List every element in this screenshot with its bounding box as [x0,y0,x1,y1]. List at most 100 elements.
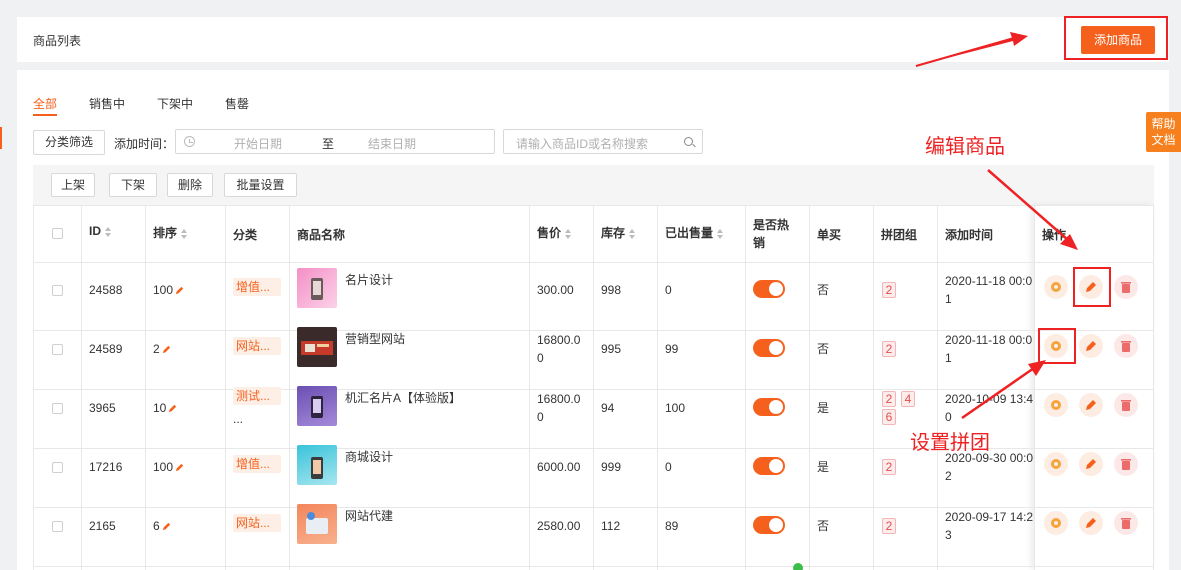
product-name[interactable]: 商城设计 [345,448,393,466]
end-date-input[interactable]: 结束日期 [368,135,416,152]
delete-product-button[interactable] [1114,452,1138,476]
pencil-icon [1086,282,1096,292]
row-sort[interactable]: 10 [153,399,178,417]
col-sold[interactable]: 已出售量 [665,224,724,281]
col-sort[interactable]: 排序 [153,224,188,281]
row-id: 17216 [89,460,123,474]
group-settings-button[interactable] [1044,275,1068,299]
delete-button[interactable]: 删除 [167,173,213,197]
search-icon[interactable] [684,137,693,146]
list-off-button[interactable]: 下架 [109,173,157,197]
sort-caret-icon[interactable] [717,228,724,239]
grid-line [937,205,938,570]
grid-line [33,566,1154,567]
hot-sale-toggle[interactable] [753,457,785,475]
search-input[interactable]: 请输入商品ID或名称搜索 [503,129,703,154]
add-product-button[interactable]: 添加商品 [1081,26,1155,54]
col-price[interactable]: 售价 [537,224,572,281]
grid-line [289,205,290,570]
row-checkbox[interactable] [52,285,63,296]
category-tag: 网站... [233,337,281,355]
row-single: 否 [817,283,830,297]
edit-product-button[interactable] [1079,334,1103,358]
row-sort[interactable]: 100 [153,281,185,299]
search-placeholder: 请输入商品ID或名称搜索 [516,137,649,151]
category-tag: 网站... [233,514,281,532]
product-name[interactable]: 网站代建 [345,507,393,525]
row-sold: 99 [665,342,679,356]
gear-icon [1051,459,1061,469]
hot-sale-toggle[interactable] [753,398,785,416]
product-name[interactable]: 营销型网站 [345,330,405,348]
edit-product-button[interactable] [1079,511,1103,535]
tab-sold-out[interactable]: 售罄 [225,95,249,112]
start-date-input[interactable]: 开始日期 [234,135,282,152]
row-checkbox[interactable] [52,403,63,414]
row-added: 2020-11-18 00:0 1 [945,333,1033,365]
row-sold: 100 [665,401,686,415]
sort-caret-icon[interactable] [105,226,111,237]
pencil-icon [1086,400,1096,410]
group-settings-button[interactable] [1044,334,1068,358]
row-single: 否 [817,342,830,356]
gear-icon [1051,518,1061,528]
delete-product-button[interactable] [1114,334,1138,358]
col-stock[interactable]: 库存 [601,224,636,281]
date-range-picker[interactable]: 开始日期 至 结束日期 [175,129,495,154]
row-id: 3965 [89,401,116,415]
row-checkbox[interactable] [52,462,63,473]
row-stock: 94 [601,401,615,415]
grid-line [145,205,146,570]
page-title: 商品列表 [33,34,82,48]
row-price: 2580.00 [537,519,581,533]
hot-sale-toggle[interactable] [753,280,785,298]
edit-product-button[interactable] [1079,275,1103,299]
tab-off-shelf[interactable]: 下架中 [157,95,193,112]
row-sort[interactable]: 100 [153,458,185,476]
row-stock: 112 [601,519,621,533]
row-checkbox[interactable] [52,521,63,532]
edit-product-button[interactable] [1079,393,1103,417]
row-single: 否 [817,519,830,533]
category-filter-button[interactable]: 分类筛选 [33,130,105,155]
group-tag: 6 [882,409,896,425]
group-settings-button[interactable] [1044,511,1068,535]
row-price: 6000.00 [537,460,581,474]
edit-product-button[interactable] [1079,452,1103,476]
row-sold: 0 [665,460,672,474]
tab-on-sale[interactable]: 销售中 [89,95,125,112]
pencil-icon [162,346,170,354]
grid-line [593,205,594,570]
sort-caret-icon[interactable] [181,228,188,239]
group-settings-button[interactable] [1044,452,1068,476]
delete-product-button[interactable] [1114,511,1138,535]
sort-caret-icon[interactable] [565,228,572,239]
page-header: 商品列表 [17,17,1169,62]
hot-sale-toggle[interactable] [753,339,785,357]
row-sold: 0 [665,283,672,297]
help-docs-tab[interactable]: 帮助 文档 [1146,112,1181,152]
row-price: 16800.0 0 [537,333,581,365]
category-tag: 增值... [233,278,281,296]
delete-product-button[interactable] [1114,393,1138,417]
product-name[interactable]: 名片设计 [345,271,393,289]
row-checkbox[interactable] [52,344,63,355]
row-price: 16800.0 0 [537,392,581,424]
batch-settings-button[interactable]: 批量设置 [224,173,297,197]
sort-caret-icon[interactable] [629,228,636,239]
list-on-button[interactable]: 上架 [51,173,95,197]
hot-sale-toggle[interactable] [753,516,785,534]
row-sort[interactable]: 2 [153,340,172,358]
annotation-set-group: 设置拼团 [910,430,990,454]
row-sort[interactable]: 6 [153,517,172,535]
trash-icon [1121,341,1131,352]
grid-line [873,205,874,570]
group-settings-button[interactable] [1044,393,1068,417]
tab-all[interactable]: 全部 [33,95,57,112]
col-id[interactable]: ID [89,224,111,281]
product-table: ID 排序 分类 商品名称 售价 库存 已出售量 是否热销 单买 拼团组 添加时… [33,205,1154,570]
grid-line [1034,205,1035,570]
delete-product-button[interactable] [1114,275,1138,299]
select-all-checkbox[interactable] [52,228,63,239]
product-name[interactable]: 机汇名片A【体验版】 [345,389,461,407]
